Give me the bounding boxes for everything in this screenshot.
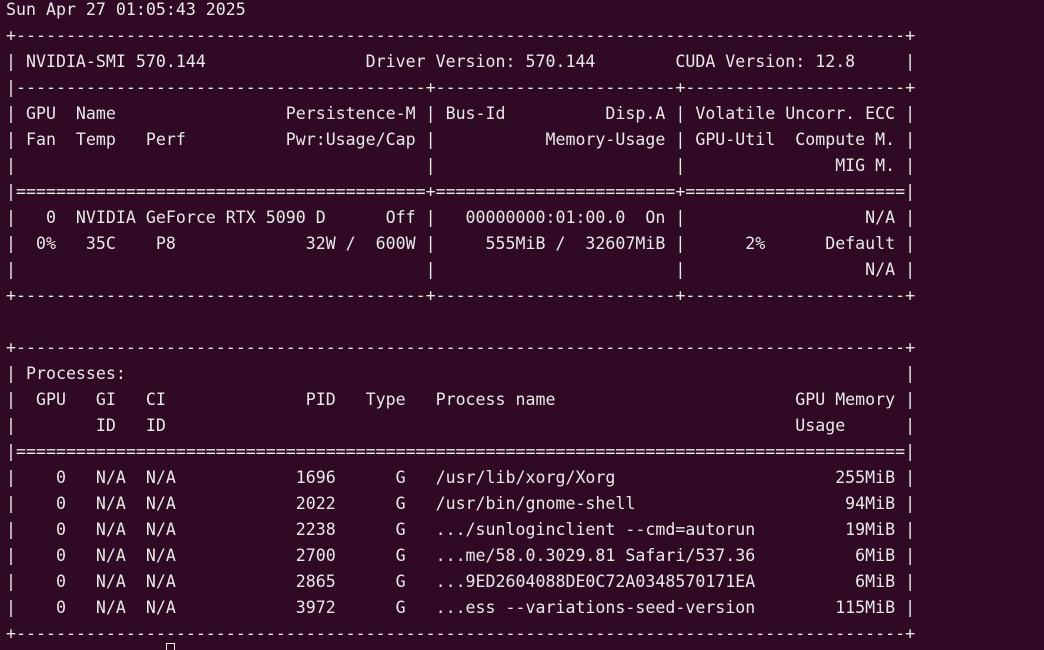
process-table-border-bottom: +---------------------------------------…: [6, 624, 916, 643]
gpu-row-2: | 0% 35C P8 32W / 600W | 555MiB / 32607M…: [6, 234, 916, 253]
gpu-header-separator: |=======================================…: [6, 182, 916, 201]
table-divider: |---------------------------------------…: [6, 78, 916, 97]
table-border-top: +---------------------------------------…: [6, 26, 916, 45]
process-row: | 0 N/A N/A 2700 G ...me/58.0.3029.81 Sa…: [6, 546, 916, 565]
gpu-table-border-bottom: +---------------------------------------…: [6, 286, 916, 305]
process-row: | 0 N/A N/A 1696 G /usr/lib/xorg/Xorg 25…: [6, 468, 916, 487]
processes-title: | Processes: |: [6, 364, 916, 383]
process-table-border-top: +---------------------------------------…: [6, 338, 916, 357]
process-row: | 0 N/A N/A 2022 G /usr/bin/gnome-shell …: [6, 494, 916, 513]
process-row: | 0 N/A N/A 2238 G .../sunloginclient --…: [6, 520, 916, 539]
timestamp-line: Sun Apr 27 01:05:43 2025: [6, 0, 246, 19]
gpu-header-row-2: | Fan Temp Perf Pwr:Usage/Cap | Memory-U…: [6, 130, 916, 149]
process-row: | 0 N/A N/A 2865 G ...9ED2604088DE0C72A0…: [6, 572, 916, 591]
gpu-header-row-3: | | | MIG M. |: [6, 156, 916, 175]
gpu-row-1: | 0 NVIDIA GeForce RTX 5090 D Off | 0000…: [6, 208, 916, 227]
gpu-row-3: | | | N/A |: [6, 260, 916, 279]
process-header-separator: |=======================================…: [6, 442, 916, 461]
terminal-window[interactable]: Sun Apr 27 01:05:43 2025 +--------------…: [0, 0, 1044, 650]
process-header-row-2: | ID ID Usage |: [6, 416, 916, 435]
process-row: | 0 N/A N/A 3972 G ...ess --variations-s…: [6, 598, 916, 617]
process-header-row-1: | GPU GI CI PID Type Process name GPU Me…: [6, 390, 916, 409]
smi-version-line: | NVIDIA-SMI 570.144 Driver Version: 570…: [6, 52, 916, 71]
text-cursor: [166, 643, 175, 650]
gpu-header-row-1: | GPU Name Persistence-M | Bus-Id Disp.A…: [6, 104, 916, 123]
